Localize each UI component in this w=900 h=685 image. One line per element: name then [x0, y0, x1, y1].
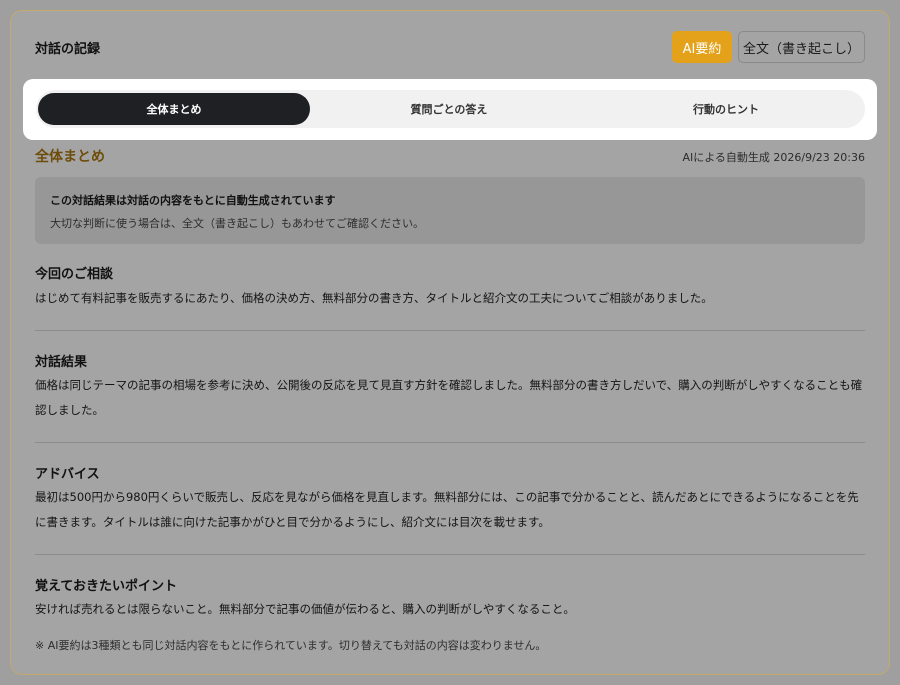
page-title: 対話の記録	[35, 42, 101, 57]
result-text: 価格は同じテーマの記事の相場を参考に決め、公開後の反応を見て見直す方針を確認しま…	[35, 378, 863, 417]
generation-timestamp: AIによる自動生成 2026/9/23 20:36	[682, 151, 865, 164]
advice-text: 最初は500円から980円くらいで販売し、反応を見ながら価格を見直します。無料部…	[35, 490, 859, 529]
result-heading: 対話結果	[35, 355, 88, 370]
divider	[35, 442, 865, 443]
ai-summary-button[interactable]: AI要約	[672, 31, 732, 63]
tab-bar: 全体まとめ 質問ごとの答え 行動のヒント	[36, 90, 865, 128]
full-text-button[interactable]: 全文（書き起こし）	[738, 31, 865, 63]
divider	[35, 330, 865, 331]
divider	[35, 554, 865, 555]
notice-title: この対話結果は対話の内容をもとに自動生成されています	[50, 194, 336, 207]
auto-generated-notice: この対話結果は対話の内容をもとに自動生成されています 大切な判断に使う場合は、全…	[35, 177, 865, 244]
tab-overall-summary[interactable]: 全体まとめ	[38, 93, 310, 125]
advice-heading: アドバイス	[35, 467, 100, 482]
section-title: 全体まとめ	[35, 149, 105, 165]
consultation-heading: 今回のご相談	[35, 267, 114, 282]
consultation-text: はじめて有料記事を販売するにあたり、価格の決め方、無料部分の書き方、タイトルと紹…	[35, 291, 713, 305]
tab-action-hints[interactable]: 行動のヒント	[601, 93, 851, 125]
notice-body: 大切な判断に使う場合は、全文（書き起こし）もあわせてご確認ください。	[50, 217, 424, 230]
tab-answers-by-question[interactable]: 質問ごとの答え	[324, 93, 574, 125]
key-points-text: 安ければ売れるとは限らないこと。無料部分で記事の価値が伝わると、購入の判断がしや…	[35, 602, 575, 616]
key-points-heading: 覚えておきたいポイント	[35, 579, 177, 594]
footnote: ※ AI要約は3種類とも同じ対話内容をもとに作られています。切り替えても対話の内…	[35, 639, 547, 652]
tab-panel: 全体まとめ 質問ごとの答え 行動のヒント	[23, 79, 877, 140]
